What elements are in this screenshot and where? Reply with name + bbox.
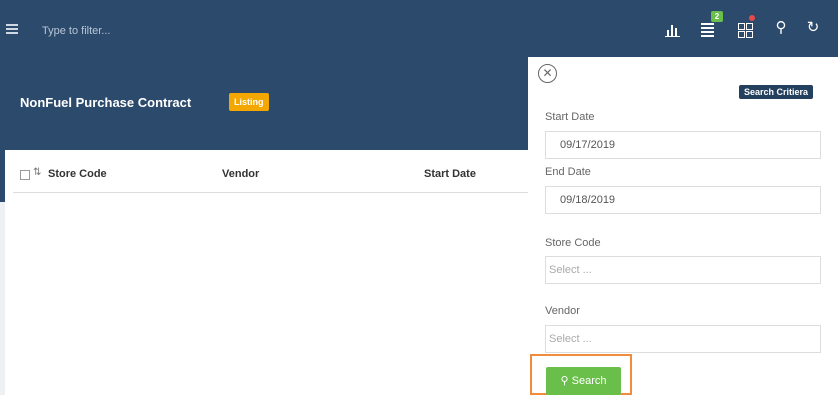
notification-dot — [749, 15, 755, 21]
start-date-field[interactable]: 09/17/2019 — [545, 131, 821, 159]
close-icon[interactable]: ✕ — [538, 64, 557, 83]
notification-count-badge: 2 — [711, 11, 723, 22]
vendor-select[interactable]: Select ... — [545, 325, 821, 353]
page-title: NonFuel Purchase Contract — [20, 95, 192, 110]
vendor-label: Vendor — [545, 305, 580, 317]
store-code-select[interactable]: Select ... — [545, 256, 821, 284]
store-code-label: Store Code — [545, 237, 601, 249]
search-button-label: Search — [571, 375, 607, 387]
column-header-store-code[interactable]: Store Code — [48, 168, 107, 180]
end-date-field[interactable]: 09/18/2019 — [545, 186, 821, 214]
menu-icon[interactable] — [6, 24, 18, 34]
column-header-vendor[interactable]: Vendor — [222, 168, 259, 180]
magnifier-icon: ⚲ — [560, 375, 569, 387]
search-icon[interactable]: ⚲ — [772, 19, 790, 37]
refresh-icon[interactable]: ↻ — [804, 19, 822, 37]
search-button[interactable]: ⚲ Search — [546, 367, 621, 395]
select-all-checkbox[interactable] — [20, 170, 30, 180]
filter-input[interactable] — [40, 20, 344, 42]
bar-chart-icon[interactable] — [664, 18, 684, 40]
search-criteria-badge: Search Critiera — [739, 85, 814, 99]
table-card — [5, 150, 528, 395]
start-date-label: Start Date — [545, 111, 595, 123]
sort-icon[interactable]: ⇅ — [33, 167, 41, 178]
grid-icon[interactable] — [736, 18, 756, 40]
end-date-label: End Date — [545, 166, 591, 178]
header-divider — [13, 192, 528, 193]
listing-badge: Listing — [229, 93, 269, 111]
column-header-start-date[interactable]: Start Date — [424, 168, 476, 180]
